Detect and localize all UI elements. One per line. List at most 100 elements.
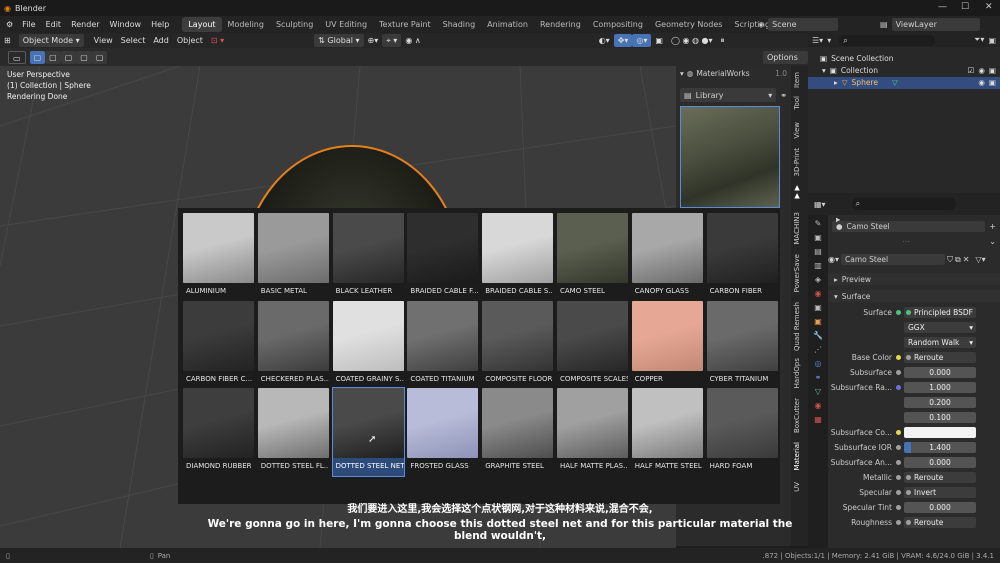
node-link-field[interactable]: Principled BSDF	[904, 307, 976, 318]
new-collection-icon[interactable]: ▣	[988, 36, 996, 45]
material-tile[interactable]: CARBON FIBER	[706, 213, 778, 301]
tab-sculpting[interactable]: Sculpting	[270, 17, 319, 32]
view-layer-name[interactable]: ViewLayer	[891, 18, 980, 31]
tab-powersave[interactable]: PowerSave	[793, 254, 806, 292]
node-link-field[interactable]: Reroute	[904, 517, 976, 528]
node-link-field[interactable]: Invert	[904, 487, 976, 498]
expand-arrow-icon[interactable]: ▸	[836, 215, 840, 224]
scene-name[interactable]: Scene	[768, 18, 839, 31]
tool-settings-icon[interactable]: ✎	[815, 219, 822, 228]
material-tile[interactable]: COMPOSITE SCALES	[557, 300, 628, 389]
tab-view[interactable]: View	[793, 122, 806, 139]
material-tile[interactable]: COATED TITANIUM	[407, 300, 479, 389]
unlink-icon[interactable]: ✕	[963, 255, 970, 264]
maximize-button[interactable]: ☐	[961, 2, 969, 12]
menu-edit[interactable]: Edit	[41, 16, 67, 33]
material-preview-image[interactable]	[680, 106, 780, 208]
tab-uv[interactable]: UV	[793, 482, 806, 492]
material-slot-list[interactable]: ● Camo Steel	[832, 221, 986, 232]
material-tile[interactable]: BASIC METAL	[257, 213, 329, 301]
socket-icon[interactable]	[892, 370, 904, 375]
tab-material[interactable]: Material	[793, 442, 806, 470]
socket-icon[interactable]	[892, 505, 904, 510]
menu-add[interactable]: Add	[149, 34, 173, 47]
menu-render[interactable]: Render	[66, 16, 104, 33]
collapse-arrow-icon[interactable]: ▾	[680, 69, 684, 78]
physics-icon[interactable]: ◎	[815, 359, 822, 368]
expand-arrow-icon[interactable]: ▾	[822, 65, 826, 77]
material-tile[interactable]: ALUMINIUM	[183, 213, 254, 301]
tab-tool[interactable]: Tool	[793, 96, 806, 110]
menu-help[interactable]: Help	[146, 16, 174, 33]
fake-user-icon[interactable]: ⛉	[947, 255, 953, 265]
socket-icon[interactable]	[892, 490, 904, 495]
material-name-field[interactable]: Camo Steel	[841, 254, 945, 265]
gizmo-toggle-icon[interactable]: ✥▾	[613, 34, 633, 47]
view-layer-tab-icon[interactable]: ▥	[814, 261, 822, 270]
material-tile[interactable]: DIAMOND RUBBER	[183, 388, 254, 476]
material-tile[interactable]: GRAPHITE STEEL	[482, 388, 554, 476]
material-tile[interactable]: FROSTED GLASS	[407, 388, 479, 476]
menu-view[interactable]: View	[90, 34, 117, 47]
material-tile[interactable]: DOTTED STEEL NET	[331, 387, 405, 477]
particles-icon[interactable]: ⋰	[814, 345, 822, 354]
link-icon[interactable]: ⚭	[780, 91, 787, 100]
tab-geometry-nodes[interactable]: Geometry Nodes	[649, 17, 728, 32]
tab-animation[interactable]: Animation	[481, 17, 534, 32]
tab-boxcutter[interactable]: BoxCutter	[793, 398, 806, 433]
surface-panel-header[interactable]: ▾ Surface	[828, 290, 1000, 302]
camera-icon[interactable]: ▣	[989, 77, 996, 89]
list-grip-icon[interactable]: ⋯	[902, 237, 910, 246]
material-tile[interactable]: HALF MATTE PLAS...	[557, 388, 628, 476]
material-tile[interactable]: CANOPY GLASS	[631, 213, 703, 301]
material-tile[interactable]: CHECKERED PLAS...	[257, 300, 329, 389]
transform-orientation-dropdown[interactable]: ⇅ Global ▾	[314, 34, 364, 47]
number-field[interactable]: 0.200	[904, 397, 976, 408]
editor-type-icon[interactable]: ⊞	[0, 34, 15, 47]
data-icon[interactable]: ▽	[815, 387, 821, 396]
tab-layout[interactable]: Layout	[182, 17, 222, 32]
tab-texture-paint[interactable]: Texture Paint	[373, 17, 437, 32]
tab-machin3[interactable]: MACHIN3	[793, 212, 806, 245]
number-field[interactable]: 1.400	[904, 442, 976, 453]
tab-shading[interactable]: Shading	[437, 17, 482, 32]
tab-quad-remesh[interactable]: Quad Remesh	[793, 302, 806, 351]
material-tile[interactable]: CARBON FIBER C...	[183, 300, 254, 389]
material-tile[interactable]: BLACK LEATHER	[332, 213, 404, 301]
number-field[interactable]: 0.000	[904, 502, 976, 513]
material-tile[interactable]: BRAIDED CABLE S...	[482, 213, 554, 301]
output-icon[interactable]: ▤	[814, 247, 822, 256]
gizmo-icon[interactable]: ⊡ ▾	[207, 34, 228, 47]
texture-icon[interactable]: ▦	[814, 415, 822, 424]
chevron-down-icon[interactable]: ⌄	[989, 237, 996, 246]
camera-icon[interactable]: ▣	[989, 65, 996, 77]
options-dropdown[interactable]: Options ▾	[763, 51, 808, 75]
select-mode-subtract-icon[interactable]: ▢	[60, 50, 77, 64]
eye-icon[interactable]: ◉	[978, 77, 985, 89]
menu-window[interactable]: Window	[105, 16, 147, 33]
duplicate-material-icon[interactable]: ⧉	[955, 255, 961, 265]
material-tile[interactable]: COPPER	[631, 300, 703, 389]
eye-icon[interactable]: ◉	[978, 65, 985, 77]
menu-select[interactable]: Select	[117, 34, 150, 47]
world-icon[interactable]: ◉	[815, 289, 822, 298]
snap-icon[interactable]: ⌖ ▾	[382, 34, 402, 47]
materialworks-header[interactable]: ▾ ◍ MaterialWorks 1.0	[676, 66, 791, 80]
minimize-button[interactable]: —	[938, 2, 947, 12]
properties-search-input[interactable]: ⌕	[851, 198, 956, 210]
properties-editor-icon[interactable]: ▦▾	[814, 200, 826, 209]
socket-icon[interactable]	[892, 475, 904, 480]
socket-icon[interactable]	[892, 430, 904, 435]
color-swatch[interactable]	[904, 427, 976, 438]
tab-uv-editing[interactable]: UV Editing	[319, 17, 373, 32]
number-field[interactable]: 0.000	[904, 367, 976, 378]
material-tile[interactable]: COATED GRAINY S...	[332, 300, 404, 389]
material-tile[interactable]: DOTTED STEEL FL...	[257, 388, 329, 476]
modifier-icon[interactable]: 🔧	[813, 331, 823, 340]
proportional-edit-icon[interactable]: ◉ ∧	[401, 34, 424, 47]
add-slot-button[interactable]: +	[989, 222, 996, 231]
tab-materialworks-icon[interactable]: ▼▼	[793, 184, 806, 200]
render-icon[interactable]: ▣	[814, 233, 822, 242]
number-field[interactable]: 1.000	[904, 382, 976, 393]
expand-arrow-icon[interactable]: ▸	[834, 77, 838, 89]
